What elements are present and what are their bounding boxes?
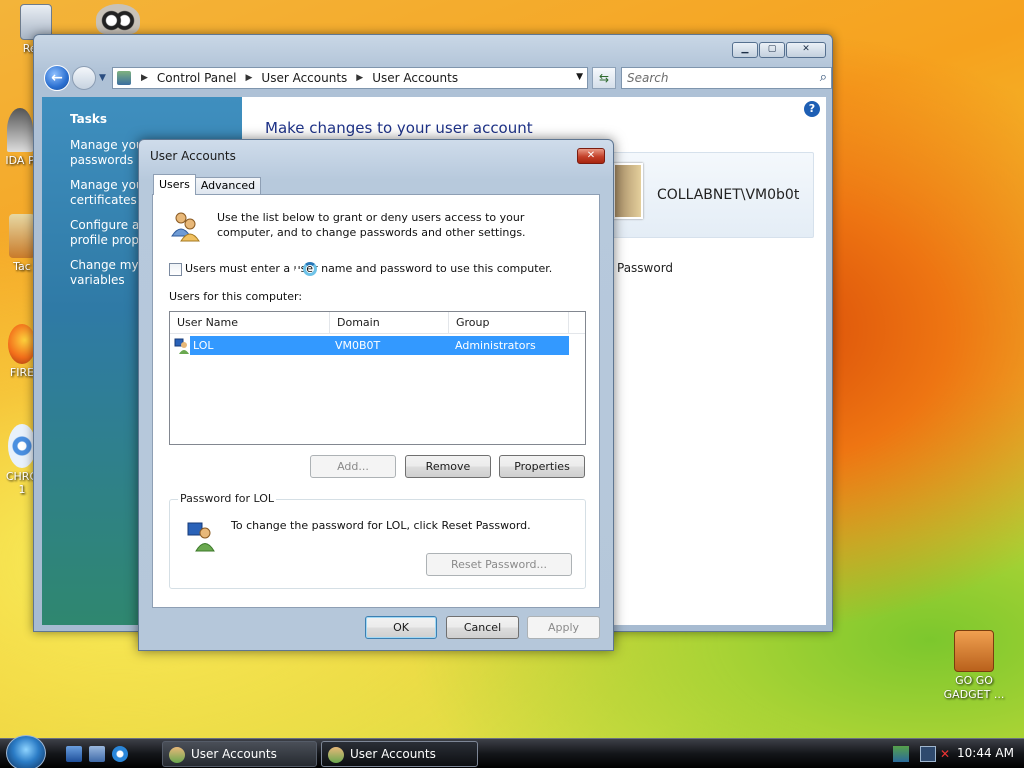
user-icon xyxy=(174,338,189,354)
users-list-label: Users for this computer: xyxy=(169,290,303,303)
search-input[interactable]: Search ⌕ xyxy=(621,67,832,89)
control-panel-icon xyxy=(117,71,131,85)
chevron-right-icon: ▶ xyxy=(245,73,253,83)
column-user-name[interactable]: User Name xyxy=(170,312,330,334)
column-group[interactable]: Group xyxy=(449,312,569,334)
properties-button[interactable]: Properties xyxy=(499,455,585,478)
users-icon xyxy=(171,212,200,242)
desktop-icon-label: GO GO GADGET ... xyxy=(943,674,1005,701)
navigation-bar: ← ▼ ▶ Control Panel ▶ User Accounts ▶ Us… xyxy=(42,64,832,94)
system-tray: ✕ 10:44 AM xyxy=(886,739,1024,768)
require-login-checkbox[interactable] xyxy=(169,263,182,276)
desktop-icon-raccoon[interactable] xyxy=(96,4,140,34)
desktop-icon-label: FIRE xyxy=(9,366,35,379)
forward-button[interactable] xyxy=(72,66,96,90)
ok-button[interactable]: OK xyxy=(365,616,437,639)
desktop-icon-label: 1 xyxy=(18,483,26,496)
network-status-icon[interactable] xyxy=(893,746,909,762)
column-domain[interactable]: Domain xyxy=(330,312,449,334)
close-icon: ✕ xyxy=(586,150,596,161)
cancel-button[interactable]: Cancel xyxy=(446,616,519,639)
address-bar[interactable]: ▶ Control Panel ▶ User Accounts ▶ User A… xyxy=(112,67,588,89)
briefcase-icon xyxy=(954,630,994,672)
chevron-down-icon[interactable]: ▼ xyxy=(576,72,583,82)
user-accounts-icon xyxy=(328,747,344,763)
cell-domain: VM0B0T xyxy=(333,336,452,355)
search-icon[interactable]: ⌕ xyxy=(820,70,827,85)
taco-icon xyxy=(9,214,35,258)
cell-group: Administrators xyxy=(452,336,569,355)
help-icon[interactable]: ? xyxy=(804,101,820,117)
chevron-right-icon: ▶ xyxy=(141,73,148,83)
close-button[interactable]: ✕ xyxy=(786,42,826,58)
start-button[interactable] xyxy=(6,735,46,768)
add-button[interactable]: Add... xyxy=(310,455,396,478)
clock[interactable]: 10:44 AM xyxy=(957,746,1014,760)
refresh-button[interactable]: ⇆ xyxy=(592,67,616,89)
dialog-title: User Accounts xyxy=(150,149,236,163)
maximize-button[interactable]: ▢ xyxy=(759,42,785,58)
mouse-cursor-icon xyxy=(295,269,302,283)
table-row[interactable]: LOL VM0B0T Administrators xyxy=(172,336,569,355)
minimize-button[interactable]: ▁ xyxy=(732,42,758,58)
tasks-heading: Tasks xyxy=(70,112,108,126)
taskbar-button-label: User Accounts xyxy=(350,747,436,761)
desktop-icon-gadget[interactable]: GO GO GADGET ... xyxy=(942,630,1006,702)
dialog-close-button[interactable]: ✕ xyxy=(577,148,605,164)
remove-button[interactable]: Remove xyxy=(405,455,491,478)
user-accounts-icon xyxy=(169,747,185,763)
switch-windows-icon[interactable] xyxy=(89,746,105,762)
dialog-tabs: Users Advanced xyxy=(153,173,262,195)
user-account-name: COLLABNET\VM0b0t xyxy=(657,187,800,203)
back-arrow-icon: ← xyxy=(51,70,63,86)
taskbar-button-label: User Accounts xyxy=(191,747,277,761)
search-placeholder: Search xyxy=(627,71,669,85)
require-login-label[interactable]: Users must enter a user name and passwor… xyxy=(185,262,552,275)
taskbar: User Accounts User Accounts ✕ 10:44 AM xyxy=(0,735,1024,768)
breadcrumb-user-accounts-current[interactable]: User Accounts xyxy=(369,71,461,85)
chrome-icon xyxy=(8,424,36,468)
monitor-icon[interactable] xyxy=(920,746,936,762)
user-password-icon xyxy=(187,522,215,552)
chevron-right-icon: ▶ xyxy=(356,73,364,83)
user-card: COLLABNET\VM0b0t xyxy=(612,152,814,238)
password-group-label: Password for LOL xyxy=(178,492,277,505)
desktop-icon-label: IDA P xyxy=(5,154,35,167)
tab-users[interactable]: Users xyxy=(153,174,196,195)
desktop-icon-label: Tac xyxy=(13,260,31,273)
page-title: Make changes to your user account xyxy=(265,119,533,137)
reset-password-button[interactable]: Reset Password... xyxy=(426,553,572,576)
users-list-header: User Name Domain Group xyxy=(170,312,585,334)
recent-pages-button[interactable]: ▼ xyxy=(99,73,106,83)
taskbar-button-user-accounts-dialog[interactable]: User Accounts xyxy=(321,741,478,767)
apply-button[interactable]: Apply xyxy=(527,616,600,639)
firefox-icon xyxy=(8,324,36,364)
password-link[interactable]: Password xyxy=(617,261,673,275)
tab-advanced[interactable]: Advanced xyxy=(194,177,262,195)
user-accounts-dialog: User Accounts ✕ Users Advanced Use the l… xyxy=(138,139,614,651)
busy-indicator-icon xyxy=(303,262,317,276)
refresh-icon: ⇆ xyxy=(598,71,610,85)
breadcrumb-control-panel[interactable]: Control Panel xyxy=(154,71,240,85)
taskbar-button-user-accounts[interactable]: User Accounts xyxy=(162,741,317,767)
users-tab-panel: Use the list below to grant or deny user… xyxy=(152,194,600,608)
user-picture[interactable] xyxy=(613,163,643,219)
internet-explorer-icon[interactable] xyxy=(112,746,128,762)
ida-icon xyxy=(7,108,33,152)
password-instructions: To change the password for LOL, click Re… xyxy=(231,519,531,532)
breadcrumb-user-accounts[interactable]: User Accounts xyxy=(258,71,350,85)
intro-text: Use the list below to grant or deny user… xyxy=(217,211,526,239)
users-list[interactable]: User Name Domain Group LOL VM0B0T Admini… xyxy=(169,311,586,445)
cell-user-name: LOL xyxy=(190,336,333,355)
show-desktop-icon[interactable] xyxy=(66,746,82,762)
password-groupbox: Password for LOL To change the password … xyxy=(169,492,586,589)
volume-muted-icon[interactable]: ✕ xyxy=(940,746,956,762)
back-button[interactable]: ← xyxy=(44,65,70,91)
